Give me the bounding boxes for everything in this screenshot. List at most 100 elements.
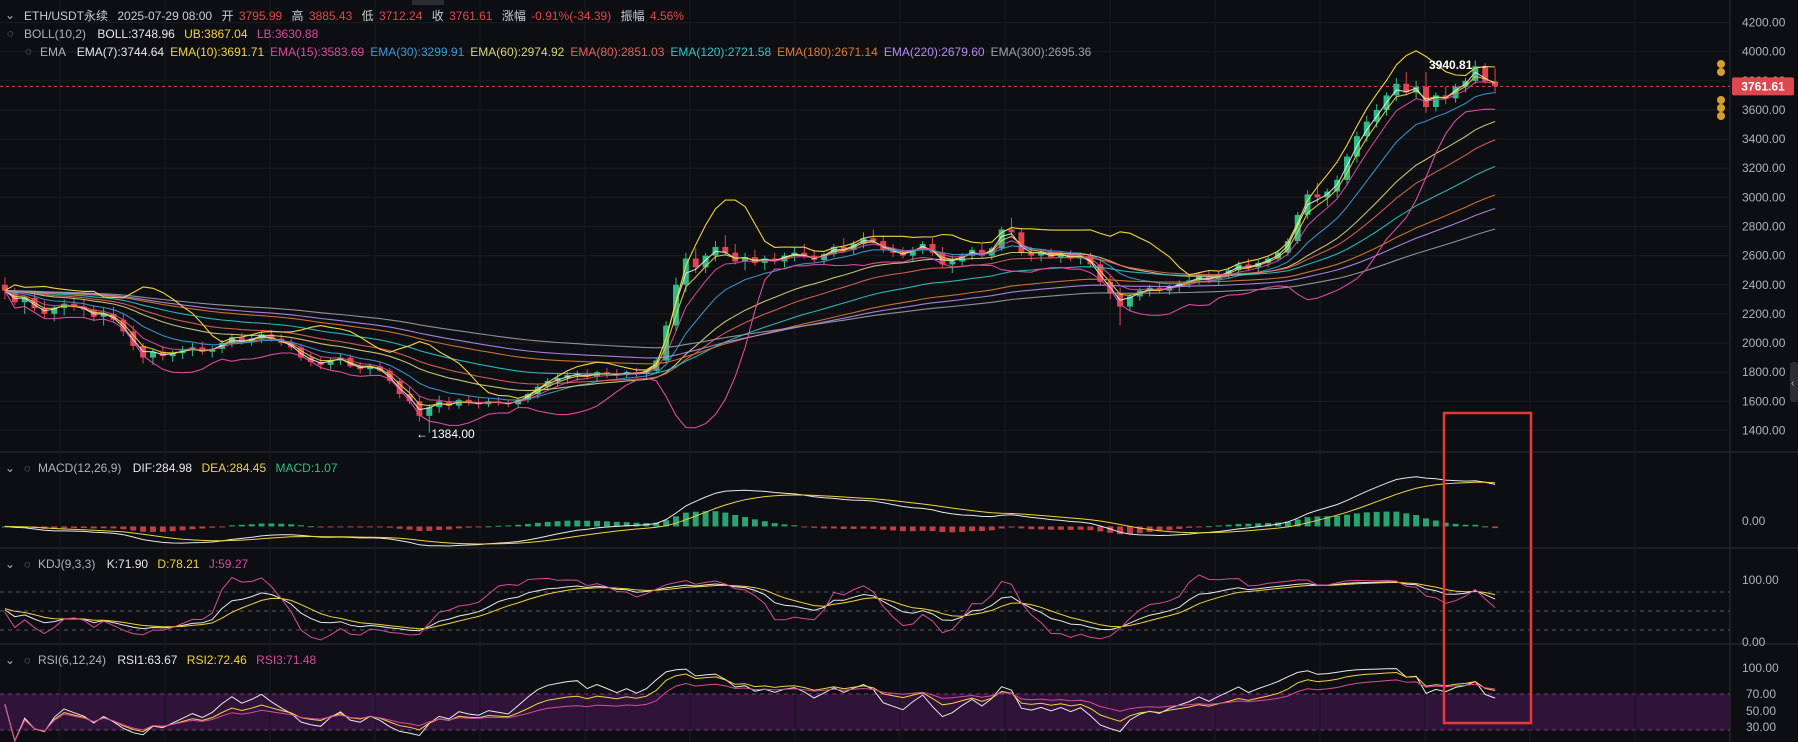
svg-text:RSI(6,12,24) RSI1:63.67: RSI(6,12,24) RSI1:63.67 RSI2:72.46 RSI3:… <box>38 653 317 667</box>
macd-bar <box>1048 526 1054 530</box>
macd-bar <box>1018 526 1025 529</box>
boll-lb: LB:3630.88 <box>257 27 319 41</box>
candle-body[interactable] <box>1314 194 1321 198</box>
macd-bar <box>337 526 344 528</box>
rsi-name: RSI(6,12,24) <box>38 653 106 667</box>
price-tick-label: 3600.00 <box>1742 103 1786 117</box>
macd-value: MACD:1.07 <box>276 461 338 475</box>
boll-mid: BOLL:3748.96 <box>97 27 175 41</box>
macd-bar <box>673 516 679 527</box>
candle-body[interactable] <box>949 261 956 265</box>
chart-stage: 4200.004000.003800.003600.003400.003200.… <box>0 0 1798 742</box>
price-tick-label: 4200.00 <box>1742 16 1786 30</box>
bell-icon[interactable]: ◌ <box>24 463 31 475</box>
chart-canvas[interactable]: 4200.004000.003800.003600.003400.003200.… <box>0 0 1798 742</box>
rsi-2: RSI2:72.46 <box>187 653 247 667</box>
macd-bar <box>722 512 729 527</box>
macd-bar <box>1186 526 1193 528</box>
chevron-left-icon[interactable]: ‹ <box>1791 378 1794 389</box>
macd-bar <box>544 521 551 527</box>
macd-bar <box>742 516 749 527</box>
macd-bar <box>268 523 275 527</box>
macd-bar <box>1432 520 1439 527</box>
collapse-icon[interactable]: ⌄ <box>5 653 15 667</box>
rsi-legend: ⌄ ◌ RSI(6,12,24) RSI1:63.67 RSI2:72.46 R… <box>5 653 317 667</box>
macd-bar <box>1067 526 1074 530</box>
top-drag-tab[interactable] <box>412 0 444 5</box>
macd-bar <box>495 525 502 527</box>
macd-bar <box>761 521 768 527</box>
high-label: 高 <box>292 8 304 23</box>
bell-icon[interactable]: ◌ <box>24 559 31 571</box>
macd-bar <box>751 519 758 527</box>
macd-dif: DIF:284.98 <box>133 461 193 475</box>
macd-bar <box>1038 526 1045 530</box>
macd-bar <box>1344 514 1350 527</box>
candle-body[interactable] <box>1008 229 1015 233</box>
rsi-axis-label-30: 30.00 <box>1746 720 1776 734</box>
macd-bar <box>298 525 304 527</box>
amp-value: 4.56% <box>650 9 684 23</box>
svg-text:MACD(12,26,9) DIF:284.98: MACD(12,26,9) DIF:284.98 DEA:284.45 MACD… <box>38 461 338 475</box>
header-legend: ⌄ ETH/USDT永续 2025-07-29 08:00 开 3795.99 … <box>5 8 684 23</box>
macd-bar <box>909 526 916 532</box>
price-tick-label: 4000.00 <box>1742 45 1786 59</box>
macd-bar <box>1383 511 1390 527</box>
macd-bar <box>189 526 196 530</box>
event-marker-icon[interactable] <box>1717 104 1725 112</box>
macd-bar <box>228 525 235 527</box>
rsi-1: RSI1:63.67 <box>117 653 177 667</box>
macd-axis-label: 0.00 <box>1742 514 1766 528</box>
macd-bar <box>90 526 97 529</box>
macd-bar <box>465 526 472 528</box>
amp-label: 振幅 <box>621 8 645 23</box>
macd-bar <box>988 526 995 531</box>
bell-icon[interactable]: ◌ <box>7 28 14 40</box>
event-marker-icon[interactable] <box>1717 68 1725 76</box>
macd-bar <box>781 524 788 527</box>
macd-bar <box>1403 513 1410 527</box>
macd-bar <box>900 526 906 532</box>
high-value: 3885.43 <box>309 9 353 23</box>
bell-icon[interactable]: ◌ <box>24 655 31 667</box>
low-annotation: ← 1384.00 <box>416 427 475 441</box>
bell-icon[interactable]: ◌ <box>25 46 32 58</box>
ema-item: EMA(10):3691.71 <box>170 45 264 59</box>
price-tick-label: 1600.00 <box>1742 394 1786 408</box>
macd-bar <box>613 521 620 527</box>
macd-bar <box>130 526 137 531</box>
svg-text:ETH/USDT永续 2025-07-29 08: ETH/USDT永续 2025-07-29 08:00 开 3795.99 高 … <box>24 8 684 23</box>
boll-ub: UB:3867.04 <box>184 27 248 41</box>
macd-bar <box>1097 526 1104 532</box>
event-marker-icon[interactable] <box>1717 60 1725 68</box>
collapse-icon[interactable]: ⌄ <box>5 461 15 475</box>
datetime-label: 2025-07-29 08:00 <box>117 9 212 23</box>
kdj-name: KDJ(9,3,3) <box>38 557 95 571</box>
price-tick-label: 3400.00 <box>1742 132 1786 146</box>
macd-bar <box>406 526 413 530</box>
ema-item: EMA(7):3744.64 <box>77 45 165 59</box>
price-tick-label: 2800.00 <box>1742 220 1786 234</box>
event-marker-icon[interactable] <box>1717 112 1725 120</box>
low-label: 低 <box>362 9 374 23</box>
macd-bar <box>890 526 897 531</box>
price-tick-label: 2400.00 <box>1742 278 1786 292</box>
candle-body[interactable] <box>673 284 679 326</box>
macd-legend: ⌄ ◌ MACD(12,26,9) DIF:284.98 DEA:284.45 … <box>5 461 338 475</box>
collapse-icon[interactable]: ⌄ <box>5 8 15 22</box>
candle-body[interactable] <box>692 258 699 268</box>
macd-bar <box>929 526 936 532</box>
macd-bar <box>850 526 857 529</box>
macd-bar <box>357 526 364 528</box>
macd-bar <box>534 522 541 527</box>
macd-bar <box>1462 524 1469 527</box>
event-marker-icon[interactable] <box>1717 96 1725 104</box>
macd-bar <box>821 526 827 529</box>
macd-bar <box>258 523 265 527</box>
macd-bar <box>140 526 147 532</box>
rsi-axis-label-50: 50.00 <box>1746 704 1776 718</box>
high-annotation: 3940.81 → <box>1429 58 1488 72</box>
macd-bar <box>1087 526 1094 531</box>
collapse-icon[interactable]: ⌄ <box>5 557 15 571</box>
macd-bar <box>880 526 887 530</box>
